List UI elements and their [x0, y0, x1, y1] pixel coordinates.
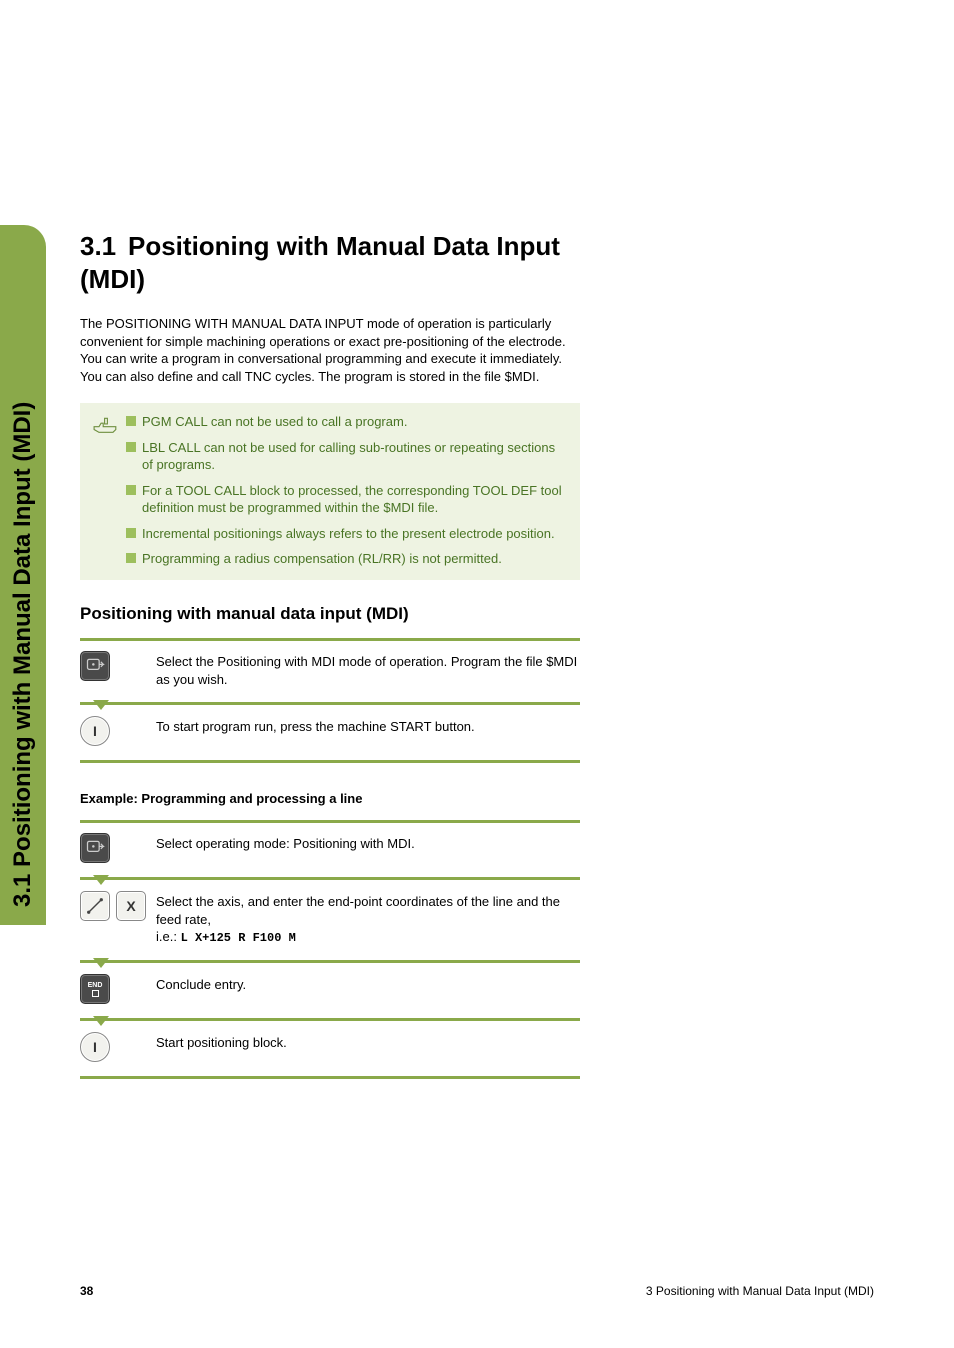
info-box: PGM CALL can not be used to call a progr… — [80, 403, 580, 580]
step-row: I Start positioning block. — [80, 1018, 580, 1076]
step-text-line: Select the axis, and enter the end-point… — [156, 894, 560, 927]
flow-arrow-icon — [93, 958, 109, 968]
info-item: Incremental positionings always refers t… — [126, 525, 566, 543]
bullet-icon — [126, 528, 136, 538]
bullet-icon — [126, 553, 136, 563]
start-key-icon: I — [80, 1032, 110, 1062]
step-row: I To start program run, press the machin… — [80, 702, 580, 760]
info-text: For a TOOL CALL block to processed, the … — [142, 482, 566, 517]
section-number: 3.1 — [80, 230, 128, 263]
info-list: PGM CALL can not be used to call a progr… — [126, 413, 566, 568]
step-text: To start program run, press the machine … — [156, 716, 580, 736]
step-row: Select the Positioning with MDI mode of … — [80, 638, 580, 702]
step-row: END Conclude entry. — [80, 960, 580, 1018]
side-tab-text: 3.1 Positioning with Manual Data Input (… — [9, 247, 37, 907]
info-item: Programming a radius compensation (RL/RR… — [126, 550, 566, 568]
info-item: LBL CALL can not be used for calling sub… — [126, 439, 566, 474]
bullet-icon — [126, 442, 136, 452]
info-text: LBL CALL can not be used for calling sub… — [142, 439, 566, 474]
step-text-prefix: i.e.: — [156, 929, 181, 944]
info-text: PGM CALL can not be used to call a progr… — [142, 413, 407, 431]
flow-arrow-icon — [93, 875, 109, 885]
step-text: Start positioning block. — [156, 1032, 580, 1052]
footer-chapter: 3 Positioning with Manual Data Input (MD… — [646, 1284, 874, 1298]
end-key-label: END — [88, 982, 103, 989]
step-end-rule — [80, 1076, 580, 1079]
info-text: Incremental positionings always refers t… — [142, 525, 555, 543]
flow-arrow-icon — [93, 700, 109, 710]
side-tab: 3.1 Positioning with Manual Data Input (… — [0, 225, 58, 925]
flow-arrow-icon — [93, 1016, 109, 1026]
step-text: Select the axis, and enter the end-point… — [156, 891, 580, 946]
page-number: 38 — [80, 1284, 93, 1298]
start-key-icon: I — [80, 716, 110, 746]
info-hand-icon — [86, 413, 126, 568]
code-sample: L X+125 R F100 M — [181, 931, 296, 945]
step-row: Select operating mode: Positioning with … — [80, 820, 580, 877]
info-text: Programming a radius compensation (RL/RR… — [142, 550, 502, 568]
info-item: PGM CALL can not be used to call a progr… — [126, 413, 566, 431]
mdi-mode-key-icon — [80, 651, 110, 681]
step-end-rule — [80, 760, 580, 763]
bullet-icon — [126, 485, 136, 495]
end-key-square — [92, 990, 99, 997]
example-heading: Example: Programming and processing a li… — [80, 791, 755, 806]
intro-paragraph: The POSITIONING WITH MANUAL DATA INPUT m… — [80, 315, 580, 385]
mdi-mode-key-icon — [80, 833, 110, 863]
step-text: Conclude entry. — [156, 974, 580, 994]
bullet-icon — [126, 416, 136, 426]
section-heading: 3.1Positioning with Manual Data Input (M… — [80, 230, 580, 295]
step-text: Select the Positioning with MDI mode of … — [156, 651, 580, 688]
step-text: Select operating mode: Positioning with … — [156, 833, 580, 853]
subheading: Positioning with manual data input (MDI) — [80, 604, 755, 624]
section-title: Positioning with Manual Data Input (MDI) — [80, 231, 560, 294]
line-key-icon — [80, 891, 110, 921]
end-key-icon: END — [80, 974, 110, 1004]
page-footer: 38 3 Positioning with Manual Data Input … — [80, 1284, 874, 1298]
info-item: For a TOOL CALL block to processed, the … — [126, 482, 566, 517]
axis-x-key-icon: X — [116, 891, 146, 921]
step-row: X Select the axis, and enter the end-poi… — [80, 877, 580, 960]
